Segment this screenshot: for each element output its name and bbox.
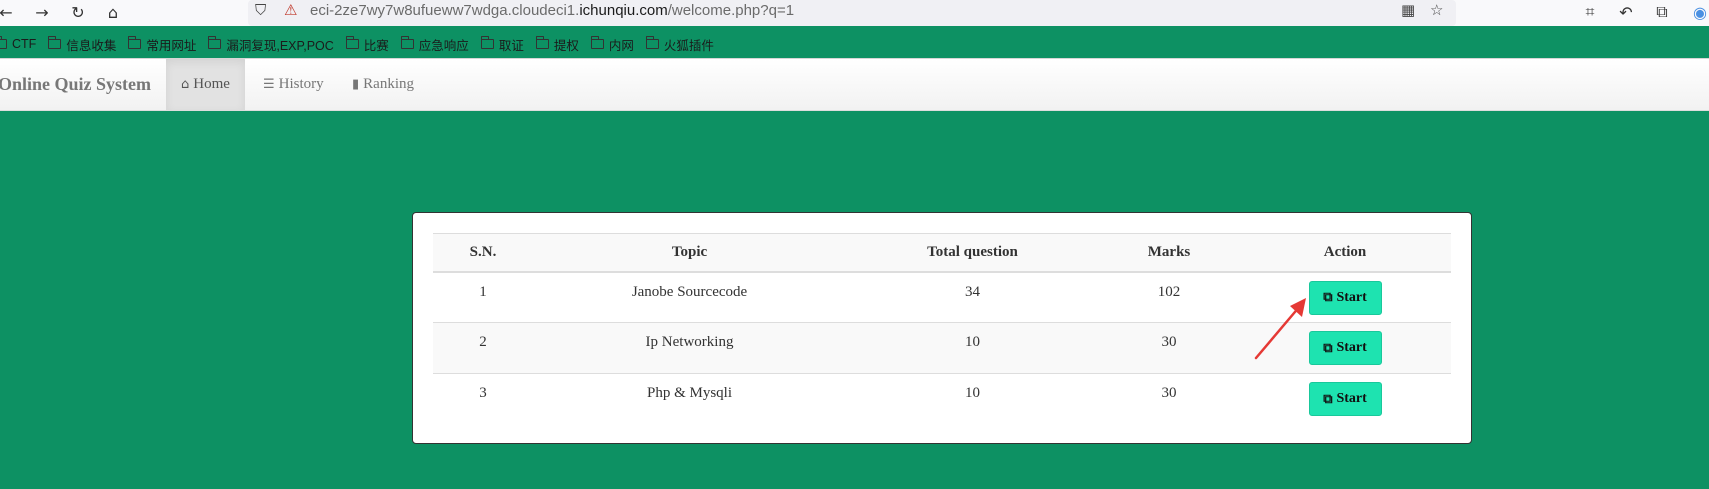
shield-icon[interactable]: ⛉	[255, 1, 266, 19]
folder-icon	[208, 36, 222, 49]
table-row: 3 Php & Mysqli 10 30 ⧉ Start	[433, 373, 1451, 425]
bookmark-folder[interactable]: 漏洞复现,EXP,POC	[208, 35, 334, 54]
cell-topic: Php & Mysqli	[646, 385, 733, 401]
header-total-question: Total question	[927, 243, 1018, 260]
cell-sn: 3	[479, 385, 487, 401]
header-topic: Topic	[671, 243, 708, 260]
start-button[interactable]: ⧉ Start	[1308, 382, 1382, 416]
bookmark-folder[interactable]: CTF	[0, 36, 36, 51]
bookmark-folder[interactable]: 火狐插件	[645, 35, 714, 54]
cell-total: 10	[965, 385, 980, 401]
cell-marks: 30	[1161, 385, 1177, 401]
url-text[interactable]: eci-2ze7wy7w8ufueww7wdga.cloudeci1.ichun…	[310, 2, 794, 19]
folder-icon	[400, 36, 414, 49]
cell-action: ⧉ Start	[1239, 374, 1451, 425]
cell-total: 34	[965, 283, 980, 300]
bar-chart-icon: ▮	[352, 77, 360, 92]
bookmark-folder[interactable]: 比赛	[345, 35, 389, 54]
site-navbar: Online Quiz System ⌂ Home ☰ History ▮ Ra…	[0, 59, 1709, 111]
bookmark-folder[interactable]: 内网	[590, 35, 634, 54]
folder-icon	[48, 36, 62, 49]
bookmark-folder[interactable]: 提权	[535, 35, 579, 54]
bookmarks-bar: CTF 信息收集 常用网址 漏洞复现,EXP,POC 比赛 应急响应 取证 提权…	[0, 31, 726, 57]
external-link-icon: ⧉	[1323, 340, 1333, 356]
nav-history[interactable]: ☰ History	[248, 59, 339, 110]
forward-icon[interactable]: →	[30, 0, 54, 24]
external-link-icon: ⧉	[1323, 391, 1333, 407]
bookmark-folder[interactable]: 应急响应	[400, 35, 469, 54]
header-sn: S.N.	[469, 243, 497, 260]
account-icon[interactable]: ◉	[1688, 0, 1709, 24]
folder-icon	[645, 36, 659, 49]
home-icon: ⌂	[181, 77, 190, 92]
nav-ranking[interactable]: ▮ Ranking	[337, 59, 429, 110]
insecure-lock-icon[interactable]: ⚠	[284, 1, 297, 19]
list-icon: ☰	[263, 77, 275, 92]
undo-icon[interactable]: ↶	[1614, 0, 1638, 24]
bookmark-folder[interactable]: 信息收集	[48, 35, 116, 54]
quiz-panel: S.N. Topic Total question Marks Action 1…	[412, 212, 1472, 444]
reload-icon[interactable]: ↻	[66, 0, 90, 24]
back-icon[interactable]: ←	[0, 0, 18, 24]
cell-topic: Janobe Sourcecode	[631, 283, 748, 300]
folder-icon	[480, 36, 494, 49]
folder-icon	[345, 36, 359, 49]
folder-icon	[535, 36, 549, 49]
cell-topic: Ip Networking	[645, 334, 734, 350]
cell-marks: 102	[1157, 283, 1181, 300]
bookmark-star-icon[interactable]: ☆	[1430, 1, 1443, 19]
browser-toolbar: ← → ↻ ⌂ ⛉ ⚠ eci-2ze7wy7w8ufueww7wdga.clo…	[0, 0, 1709, 26]
bookmark-folder[interactable]: 常用网址	[128, 35, 196, 54]
table-header-row: S.N. Topic Total question Marks Action	[433, 233, 1451, 272]
home-page-icon[interactable]: ⌂	[101, 0, 125, 24]
qr-code-icon[interactable]: ▦	[1401, 1, 1415, 19]
bookmark-folder[interactable]: 取证	[480, 35, 524, 54]
start-button[interactable]: ⧉ Start	[1308, 280, 1382, 315]
external-link-icon: ⧉	[1323, 290, 1333, 305]
cell-total: 10	[965, 334, 980, 350]
nav-home[interactable]: ⌂ Home	[166, 59, 245, 110]
start-button[interactable]: ⧉ Start	[1308, 331, 1382, 365]
header-action: Action	[1323, 243, 1367, 260]
folder-icon	[0, 36, 7, 49]
header-marks: Marks	[1147, 243, 1191, 260]
crop-icon[interactable]: ⌗	[1578, 0, 1602, 24]
annotation-arrow-icon	[1254, 298, 1306, 360]
cell-sn: 2	[479, 334, 487, 350]
cell-sn: 1	[479, 283, 487, 300]
extension-icon[interactable]: ⧉	[1650, 0, 1674, 24]
cell-marks: 30	[1161, 334, 1177, 350]
brand-title[interactable]: Online Quiz System	[0, 74, 151, 95]
folder-icon	[590, 36, 604, 49]
folder-icon	[128, 36, 142, 49]
